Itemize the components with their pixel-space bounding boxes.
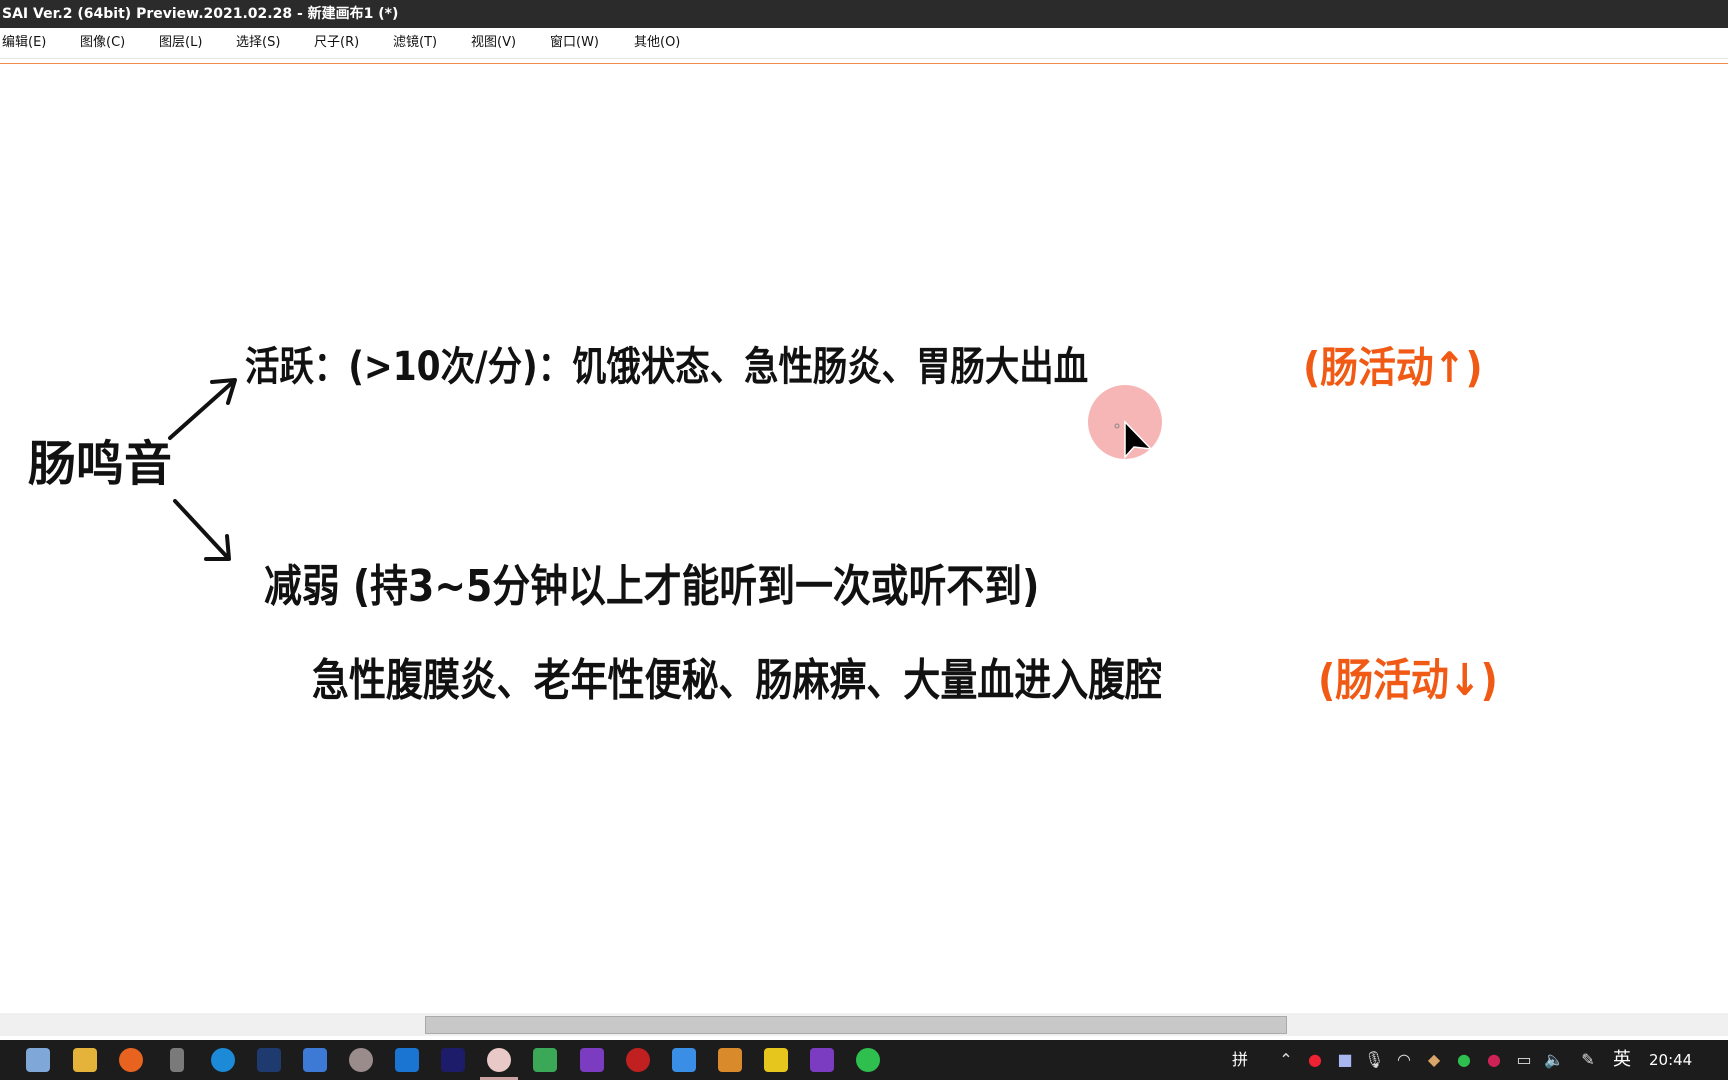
menu-image[interactable]: 图像(C) (80, 28, 125, 58)
upper-branch-note: (肠活动↑) (1303, 343, 1483, 392)
menu-edit[interactable]: 编辑(E) (2, 28, 46, 58)
scrollbar-thumb[interactable] (425, 1016, 1287, 1034)
lower-branch-note: (肠活动↓) (1318, 655, 1498, 706)
pinyin-indicator[interactable]: 拼 (1232, 1040, 1248, 1080)
root-term: 肠鸣音 (28, 436, 173, 492)
menu-ruler[interactable]: 尺子(R) (314, 28, 359, 58)
app-yellow-icon[interactable] (764, 1048, 788, 1072)
volume-icon[interactable]: 🔈 (1544, 1050, 1564, 1070)
record-icon[interactable] (626, 1048, 650, 1072)
ime-indicator[interactable]: 英 (1613, 1040, 1631, 1080)
todo-icon[interactable] (395, 1048, 419, 1072)
chevron-up-icon[interactable]: ⌃ (1276, 1050, 1296, 1070)
lower-branch-causes: 急性腹膜炎、老年性便秘、肠麻痹、大量血进入腹腔 (312, 655, 1163, 706)
app-blue-icon[interactable] (672, 1048, 696, 1072)
file-explorer-icon[interactable] (73, 1048, 97, 1072)
app-tray-icon[interactable]: ■ (1335, 1050, 1355, 1070)
menu-select[interactable]: 选择(S) (236, 28, 280, 58)
app-icon[interactable] (257, 1048, 281, 1072)
cat-icon[interactable]: ◆ (1424, 1050, 1444, 1070)
vm-icon[interactable] (303, 1048, 327, 1072)
photos-icon[interactable] (349, 1048, 373, 1072)
title-bar: SAI Ver.2 (64bit) Preview.2021.02.28 - 新… (0, 0, 1728, 28)
wifi-icon[interactable]: ◠ (1394, 1050, 1414, 1070)
menu-layer[interactable]: 图层(L) (159, 28, 202, 58)
upper-branch-text: 活跃：(>10次/分)：饥饿状态、急性肠炎、胃肠大出血 (245, 344, 1089, 390)
pen-icon[interactable]: ✎ (1578, 1050, 1598, 1070)
wechat-tray-icon[interactable]: ● (1454, 1050, 1474, 1070)
app-orange-icon[interactable] (718, 1048, 742, 1072)
edge-icon[interactable] (211, 1048, 235, 1072)
window-title: SAI Ver.2 (64bit) Preview.2021.02.28 - 新… (2, 6, 399, 22)
firefox-icon[interactable] (119, 1048, 143, 1072)
record-tray-icon[interactable]: ● (1305, 1050, 1325, 1070)
menu-filter[interactable]: 滤镜(T) (393, 28, 437, 58)
lower-branch-text: 减弱 (持3~5分钟以上才能听到一次或听不到) (264, 561, 1040, 612)
clock[interactable]: 20:44 (1649, 1040, 1692, 1080)
wechat-icon[interactable] (856, 1048, 880, 1072)
usb-icon[interactable] (170, 1048, 184, 1072)
app-green-icon[interactable] (533, 1048, 557, 1072)
canvas-strokes (168, 378, 1162, 561)
sai-icon[interactable] (487, 1048, 511, 1072)
notepad-icon[interactable] (26, 1048, 50, 1072)
battery-icon[interactable]: ▭ (1514, 1050, 1534, 1070)
premiere-icon[interactable] (441, 1048, 465, 1072)
onenote-icon-2[interactable] (810, 1048, 834, 1072)
taskbar: 拼 ⌃ ● ■ 🎙 ◠ ◆ ● ● ▭ 🔈 ✎ 英 20:44 (0, 1040, 1728, 1080)
microphone-icon[interactable]: 🎙 (1364, 1050, 1384, 1070)
qq-tray-icon[interactable]: ● (1484, 1050, 1504, 1070)
onenote-icon[interactable] (580, 1048, 604, 1072)
upper-arrow (168, 379, 236, 440)
menu-view[interactable]: 视图(V) (471, 28, 516, 58)
menu-other[interactable]: 其他(O) (634, 28, 680, 58)
lower-arrow (173, 499, 230, 560)
menu-bar: 编辑(E) 图像(C) 图层(L) 选择(S) 尺子(R) 滤镜(T) 视图(V… (0, 28, 1728, 59)
drawing-canvas[interactable]: 肠鸣音 活跃：(>10次/分)：饥饿状态、急性肠炎、胃肠大出血 (肠活动↑) 减… (0, 64, 1728, 1014)
menu-window[interactable]: 窗口(W) (550, 28, 599, 58)
